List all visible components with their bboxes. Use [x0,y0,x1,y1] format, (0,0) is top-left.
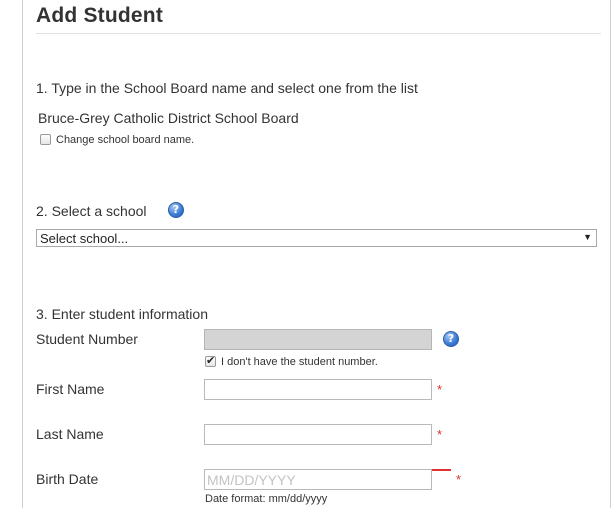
required-marker: * [456,472,462,487]
student-number-label: Student Number [36,331,138,347]
page-title: Add Student [36,4,164,27]
date-format-hint: Date format: mm/dd/yyyy [205,493,328,505]
first-name-label: First Name [36,381,105,397]
step1-heading: 1. Type in the School Board name and sel… [36,80,418,96]
required-underline [432,469,451,471]
required-marker: * [437,427,443,442]
chevron-down-icon: ▼ [583,232,592,242]
required-marker: * [437,382,443,397]
birth-date-field[interactable]: MM/DD/YYYY [204,469,432,490]
question-circle-icon[interactable]: ? [443,331,459,347]
first-name-field[interactable] [204,379,432,400]
birth-date-placeholder: MM/DD/YYYY [207,472,296,488]
change-board-checkbox[interactable] [40,134,51,145]
last-name-label: Last Name [36,426,104,442]
last-name-field[interactable] [204,424,432,445]
step3-heading: 3. Enter student information [36,306,208,322]
title-divider [36,33,601,34]
student-number-field[interactable] [204,329,432,350]
question-circle-icon[interactable]: ? [168,202,184,218]
school-select-value: Select school... [40,231,129,246]
school-select[interactable]: Select school... ▼ [36,229,597,247]
birth-date-label: Birth Date [36,471,99,487]
no-student-number-checkbox[interactable] [205,354,216,367]
no-student-number-label[interactable]: I don't have the student number. [221,356,378,368]
selected-school-board: Bruce-Grey Catholic District School Boar… [38,110,299,126]
step2-heading: 2. Select a school [36,203,147,219]
change-board-label[interactable]: Change school board name. [56,134,194,146]
